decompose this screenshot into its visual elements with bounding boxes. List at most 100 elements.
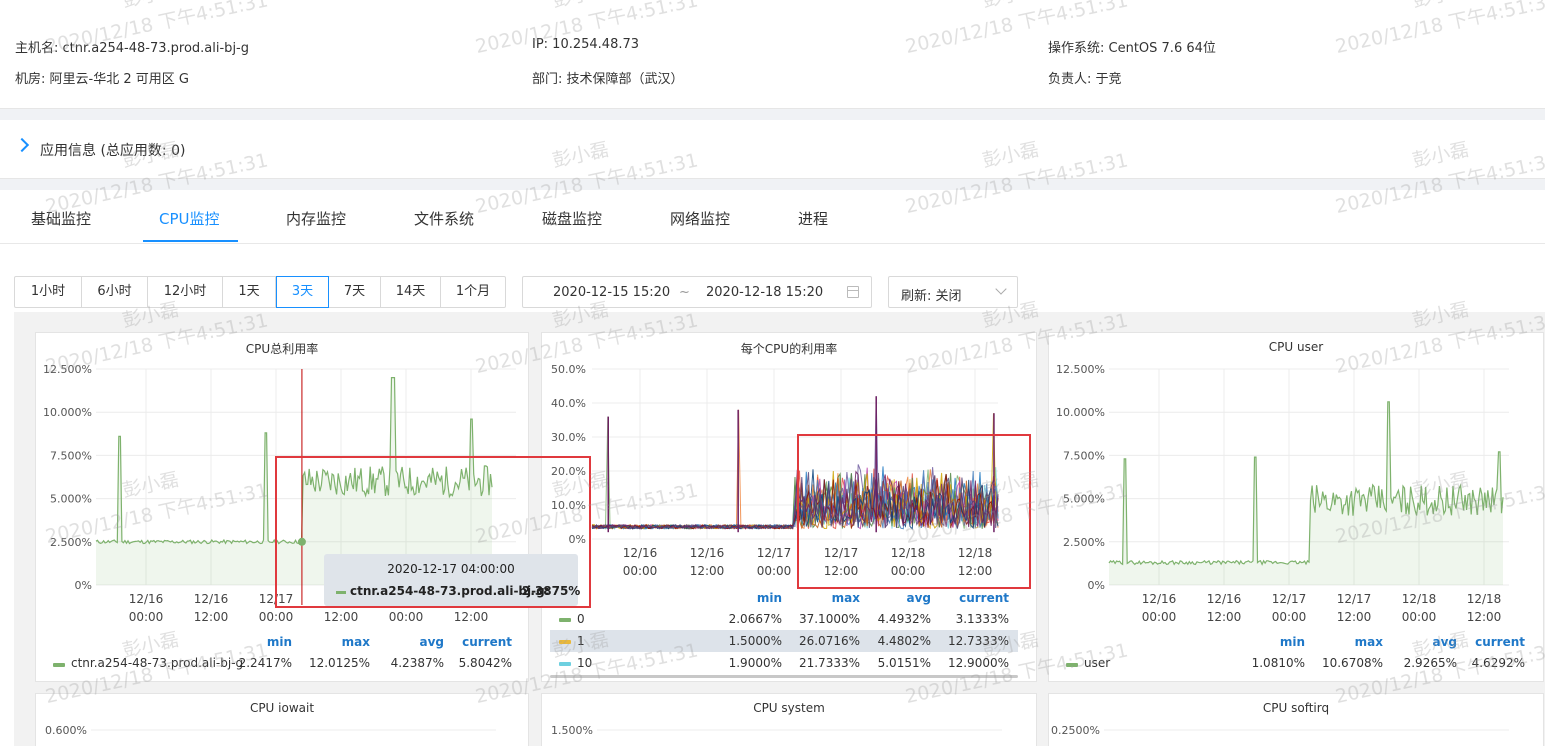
legend-value-avg: 4.2387% <box>390 656 444 670</box>
legend-header-current[interactable]: current <box>1475 635 1525 649</box>
y-tick-label: 2.500% <box>1063 536 1105 549</box>
legend-series-name[interactable]: ctnr.a254-48-73.prod.ali-bj-g <box>71 656 243 670</box>
end-date[interactable]: 2020-12-18 15:20 <box>706 285 823 300</box>
y-tick-label: 10.000% <box>43 406 92 419</box>
legend-value-min: 2.2417% <box>238 656 292 670</box>
x-tick-label: 12/17 <box>1272 592 1307 606</box>
legend-header-min[interactable]: min <box>267 635 292 649</box>
legend-value-max: 10.6708% <box>1321 656 1383 670</box>
legend-value-current: 12.9000% <box>947 656 1009 670</box>
x-tick-label: 12/16 <box>1142 592 1177 606</box>
chevron-right-icon[interactable] <box>14 137 30 153</box>
chart-panel-cpu-total: CPU总利用率 12.500% 10.000% 7.500% 5.000% 2.500%… <box>35 332 529 682</box>
x-tick-label: 12/17 <box>757 546 792 560</box>
range-1h-button[interactable]: 1小时 <box>15 277 82 307</box>
range-1m-button[interactable]: 1个月 <box>441 277 505 307</box>
legend-header-max[interactable]: max <box>1355 635 1383 649</box>
tooltip-value: 2.3875% <box>522 584 581 598</box>
chart-tooltip: 2020-12-17 04:00:00 ctnr.a254-48-73.prod… <box>324 554 581 606</box>
tab-network[interactable]: 网络监控 <box>670 208 730 229</box>
x-tick-label: 00:00 <box>891 564 926 578</box>
legend-header-max[interactable]: max <box>342 635 370 649</box>
app-info-title[interactable]: 应用信息 (总应用数: 0) <box>40 140 185 160</box>
legend-header-avg[interactable]: avg <box>1432 635 1457 649</box>
legend-header-avg[interactable]: avg <box>906 591 931 605</box>
legend-scrollbar[interactable] <box>550 675 1018 678</box>
legend-header-avg[interactable]: avg <box>419 635 444 649</box>
tab-process[interactable]: 进程 <box>798 208 828 229</box>
legend-header-max[interactable]: max <box>832 591 860 605</box>
chart-cpu-system-svg[interactable]: 1.500% <box>542 694 1037 746</box>
legend-series-name[interactable]: 1 <box>577 634 585 648</box>
cpu-monitor-page: 主机名: ctnr.a254-48-73.prod.ali-bj-g IP: 1… <box>0 0 1545 746</box>
y-tick-label: 7.500% <box>50 449 92 462</box>
chart-panel-per-cpu: 每个CPU的利用率 50.0% 40.0% 30.0% 20.0% 10.0% 0% 12/… <box>541 332 1037 682</box>
date-range-picker[interactable]: 2020-12-15 15:20 ~ 2020-12-18 15:20 <box>522 276 872 308</box>
legend-header-current[interactable]: current <box>959 591 1009 605</box>
y-tick-label: 12.500% <box>43 363 92 376</box>
legend-value-current: 3.1333% <box>955 612 1009 626</box>
legend-value-avg: 2.9265% <box>1403 656 1457 670</box>
start-date[interactable]: 2020-12-15 15:20 <box>553 285 670 300</box>
x-tick-label: 12/17 <box>259 592 294 606</box>
ip-text: IP: 10.254.48.73 <box>532 37 640 52</box>
y-tick-label: 12.500% <box>1056 363 1105 376</box>
x-tick-label: 12:00 <box>824 564 859 578</box>
tab-disk[interactable]: 磁盘监控 <box>542 208 602 229</box>
range-3d-button[interactable]: 3天 <box>276 276 329 308</box>
calendar-icon[interactable] <box>847 286 859 298</box>
x-tick-label: 12:00 <box>1467 610 1502 624</box>
tab-filesystem[interactable]: 文件系统 <box>414 208 474 229</box>
legend-value-min: 1.0810% <box>1251 656 1305 670</box>
legend-swatch <box>559 640 571 644</box>
legend-series-name[interactable]: 0 <box>577 612 585 626</box>
legend-value-max: 21.7333% <box>798 656 860 670</box>
legend-series-name[interactable]: 10 <box>577 656 592 670</box>
x-tick-label: 12:00 <box>454 610 489 624</box>
legend-header-min[interactable]: min <box>1280 635 1305 649</box>
chart-cpu-total-svg[interactable]: 12.500% 10.000% 7.500% 5.000% 2.500% 0% 12/16 0… <box>36 333 529 682</box>
y-tick-label: 20.0% <box>551 465 586 478</box>
x-tick-label: 00:00 <box>757 564 792 578</box>
tab-memory[interactable]: 内存监控 <box>286 208 346 229</box>
date-separator: ~ <box>679 285 690 300</box>
range-7d-button[interactable]: 7天 <box>329 277 381 307</box>
y-tick-label: 2.500% <box>50 536 92 549</box>
refresh-select[interactable]: 刷新: 关闭 <box>888 276 1018 308</box>
owner-text: 负责人: 于竞 <box>1048 72 1122 87</box>
x-tick-label: 00:00 <box>1272 610 1307 624</box>
tooltip-series-name: ctnr.a254-48-73.prod.ali-bj-g: <box>350 584 550 598</box>
legend-header-current[interactable]: current <box>462 635 512 649</box>
chart-panel-cpu-user: CPU user 12.500% 10.000% 7.500% 5.000% 2.500… <box>1048 332 1544 682</box>
y-tick-label: 5.000% <box>1063 493 1105 506</box>
section-divider <box>0 108 1545 120</box>
app-info-collapse[interactable]: 应用信息 (总应用数: 0) <box>0 120 1545 178</box>
legend-series-name[interactable]: user <box>1084 656 1110 670</box>
y-tick-label: 0.600% <box>45 724 87 737</box>
x-tick-label: 12/16 <box>1207 592 1242 606</box>
legend-value-avg: 4.4802% <box>877 634 931 648</box>
tab-cpu[interactable]: CPU监控 <box>159 208 220 229</box>
range-12h-button[interactable]: 12小时 <box>148 277 223 307</box>
x-tick-label: 12:00 <box>690 564 725 578</box>
refresh-label[interactable]: 刷新: 关闭 <box>901 285 962 304</box>
chart-cpu-softirq-svg[interactable]: 0.2500% <box>1049 694 1544 746</box>
x-tick-label: 12/18 <box>1402 592 1437 606</box>
chart-cpu-user-svg[interactable]: 12.500% 10.000% 7.500% 5.000% 2.500% 0% 12/16 0… <box>1049 333 1544 682</box>
range-14d-button[interactable]: 14天 <box>381 277 441 307</box>
chevron-down-icon[interactable] <box>995 283 1007 295</box>
x-tick-label: 12/16 <box>129 592 164 606</box>
y-tick-label: 10.000% <box>1056 406 1105 419</box>
legend-header-min[interactable]: min <box>757 591 782 605</box>
chart-cpu-iowait-svg[interactable]: 0.600% <box>36 694 529 746</box>
range-6h-button[interactable]: 6小时 <box>82 277 148 307</box>
idc-text: 机房: 阿里云-华北 2 可用区 G <box>15 72 189 87</box>
legend-value-current: 5.8042% <box>458 656 512 670</box>
x-tick-label: 12:00 <box>1337 610 1372 624</box>
y-tick-label: 1.500% <box>551 724 593 737</box>
x-tick-label: 00:00 <box>259 610 294 624</box>
tab-basic[interactable]: 基础监控 <box>31 208 91 229</box>
legend-swatch <box>53 663 65 667</box>
x-tick-label: 12/17 <box>1337 592 1372 606</box>
range-1d-button[interactable]: 1天 <box>223 277 276 307</box>
